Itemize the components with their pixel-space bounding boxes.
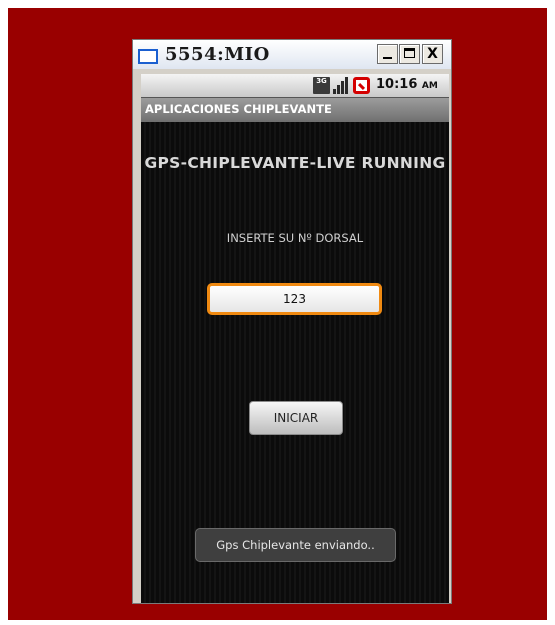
window-title: 5554:MIO [165, 44, 270, 65]
app-title: APLICACIONES CHIPLEVANTE [145, 102, 332, 116]
window-titlebar[interactable]: 5554:MIO X [133, 40, 451, 69]
android-status-bar: 3G 10:16 AM [141, 74, 449, 97]
close-icon: X [427, 46, 438, 62]
status-ampm: AM [421, 81, 438, 91]
page-title: GPS-CHIPLEVANTE-LIVE RUNNING [144, 154, 446, 172]
minimize-button[interactable] [377, 44, 398, 64]
signal-icon [333, 77, 350, 94]
alarm-off-icon [353, 77, 370, 94]
app-title-bar: APLICACIONES CHIPLEVANTE [141, 97, 449, 123]
app-screen: GPS-CHIPLEVANTE-LIVE RUNNING INSERTE SU … [141, 122, 449, 603]
start-button[interactable]: INICIAR [249, 401, 343, 435]
toast-message: Gps Chiplevante enviando.. [195, 528, 396, 562]
status-time: 10:16 AM [376, 77, 438, 92]
emulator-window: 5554:MIO X 3G 10:16 AM APLICACIONES CHIP… [133, 40, 451, 603]
dorsal-label: INSERTE SU Nº DORSAL [226, 231, 364, 245]
3g-icon: 3G [313, 77, 330, 94]
status-time-value: 10:16 [376, 77, 418, 92]
minimize-icon [383, 57, 392, 59]
maximize-icon [404, 48, 415, 58]
close-button[interactable]: X [422, 44, 443, 64]
dorsal-input[interactable]: 123 [207, 283, 382, 315]
maximize-button[interactable] [399, 44, 420, 64]
window-app-icon [138, 49, 158, 64]
